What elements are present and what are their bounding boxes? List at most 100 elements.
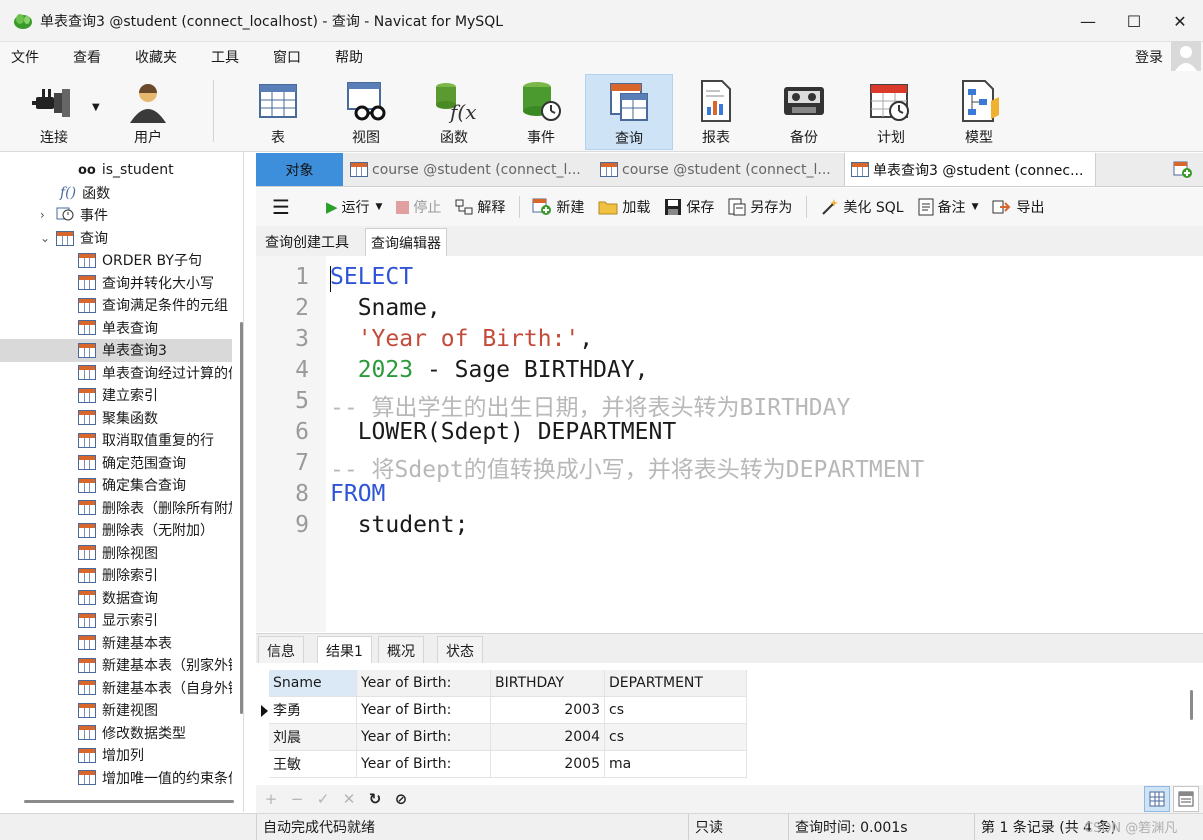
schedule-button[interactable]: 计划 — [847, 74, 935, 150]
code-line[interactable]: 'Year of Birth:', — [330, 326, 593, 352]
sidebar-vertical-scrollbar[interactable] — [240, 322, 243, 714]
maximize-button[interactable]: ☐ — [1111, 0, 1157, 42]
stop-icon[interactable]: ⊘ — [388, 790, 414, 808]
tab-course-1[interactable]: course @student (connect_l... — [344, 153, 592, 186]
menu-favorites[interactable]: 收藏夹 — [124, 47, 189, 67]
run-dropdown-icon[interactable]: ▼ — [375, 202, 382, 212]
table-cell[interactable]: Year of Birth: — [357, 724, 491, 751]
sidebar-query-item[interactable]: 新建视图 — [0, 699, 232, 722]
table-cell[interactable]: 2003 — [491, 697, 605, 724]
load-button[interactable]: 加载 — [598, 197, 650, 217]
discard-changes-icon[interactable]: ✕ — [336, 790, 362, 808]
sidebar-item-events[interactable]: › 事件 — [0, 204, 232, 227]
column-header-year-of-birth[interactable]: Year of Birth: — [357, 670, 491, 697]
code-line[interactable]: -- 将Sdept的值转换成小写，并将表头转为DEPARTMENT — [330, 450, 924, 484]
sidebar-query-item[interactable]: 单表查询 — [0, 317, 232, 340]
apply-changes-icon[interactable]: ✓ — [310, 790, 336, 808]
export-button[interactable]: 导出 — [992, 197, 1044, 217]
grid-view-icon[interactable] — [1144, 786, 1170, 812]
table-cell[interactable]: 王敏 — [269, 751, 357, 778]
sidebar-query-item[interactable]: 增加列 — [0, 744, 232, 767]
sidebar-query-item[interactable]: 新建基本表（别家外键） — [0, 654, 232, 677]
login-link[interactable]: 登录 — [1135, 47, 1163, 67]
sidebar-query-item[interactable]: 数据查询 — [0, 587, 232, 610]
form-view-icon[interactable] — [1173, 786, 1199, 812]
code-line[interactable]: 2023 - Sage BIRTHDAY, — [330, 357, 649, 383]
sidebar-query-item[interactable]: 删除表（删除所有附加） — [0, 497, 232, 520]
sidebar-query-item[interactable]: 显示索引 — [0, 609, 232, 632]
new-query-button[interactable]: 新建 — [532, 197, 584, 217]
sidebar-query-item[interactable]: 取消取值重复的行 — [0, 429, 232, 452]
sidebar-query-item[interactable]: 建立索引 — [0, 384, 232, 407]
comment-button[interactable]: 备注 ▼ — [918, 197, 979, 217]
table-cell[interactable]: 刘晨 — [269, 724, 357, 751]
sidebar-item-functions[interactable]: f() 函数 — [0, 182, 232, 205]
sidebar-query-item[interactable]: 新建基本表 — [0, 632, 232, 655]
new-tab-icon[interactable] — [1173, 161, 1193, 183]
event-button[interactable]: 事件 — [497, 74, 585, 150]
sidebar-query-item[interactable]: 查询满足条件的元组 — [0, 294, 232, 317]
column-header-department[interactable]: DEPARTMENT — [605, 670, 747, 697]
add-record-icon[interactable]: + — [258, 790, 284, 808]
tab-info[interactable]: 信息 — [258, 636, 304, 664]
stop-button[interactable]: 停止 — [396, 197, 441, 217]
sidebar-query-item[interactable]: 修改数据类型 — [0, 722, 232, 745]
sidebar-query-item[interactable]: 确定范围查询 — [0, 452, 232, 475]
grid-vertical-scrollbar[interactable] — [1190, 690, 1193, 720]
menu-tools[interactable]: 工具 — [200, 47, 251, 67]
sidebar-query-item[interactable]: 确定集合查询 — [0, 474, 232, 497]
menu-view[interactable]: 查看 — [62, 47, 113, 67]
table-cell[interactable]: cs — [605, 697, 747, 724]
connect-dropdown-icon[interactable]: ▼ — [92, 102, 100, 113]
menu-file[interactable]: 文件 — [0, 47, 51, 67]
code-line[interactable]: LOWER(Sdept) DEPARTMENT — [330, 419, 677, 445]
sidebar-item-is-student[interactable]: oo is_student — [0, 159, 232, 182]
beautify-sql-button[interactable]: 美化 SQL — [819, 197, 904, 217]
tab-query-builder[interactable]: 查询创建工具 — [260, 228, 354, 256]
sidebar-query-item[interactable]: ORDER BY子句 — [0, 249, 232, 272]
sidebar-item-queries[interactable]: ⌄ 查询 — [0, 227, 232, 250]
table-cell[interactable]: Year of Birth: — [357, 751, 491, 778]
delete-record-icon[interactable]: − — [284, 790, 310, 808]
backup-button[interactable]: 备份 — [760, 74, 848, 150]
code-line[interactable]: Sname, — [330, 295, 441, 321]
sidebar-query-item[interactable]: 增加唯一值的约束条件 — [0, 767, 232, 790]
column-header-sname[interactable]: Sname — [269, 670, 357, 697]
explain-button[interactable]: 解释 — [455, 197, 505, 217]
table-cell[interactable]: 2004 — [491, 724, 605, 751]
code-line[interactable]: -- 算出学生的出生日期，并将表头转为BIRTHDAY — [330, 388, 850, 422]
table-cell[interactable]: Year of Birth: — [357, 697, 491, 724]
tab-status[interactable]: 状态 — [437, 636, 483, 664]
table-button[interactable]: 表 — [234, 74, 322, 150]
save-as-button[interactable]: 另存为 — [728, 197, 792, 217]
save-button[interactable]: 保存 — [664, 197, 714, 217]
refresh-icon[interactable]: ↻ — [362, 790, 388, 808]
chevron-right-icon[interactable]: › — [40, 208, 54, 222]
function-button[interactable]: f(x) 函数 — [410, 74, 498, 150]
column-header-birthday[interactable]: BIRTHDAY — [491, 670, 605, 697]
tab-objects[interactable]: 对象 — [256, 153, 343, 186]
menu-window[interactable]: 窗口 — [262, 47, 313, 67]
hamburger-menu-icon[interactable]: ☰ — [272, 195, 290, 219]
user-button[interactable]: 用户 — [104, 74, 192, 150]
tab-query-3[interactable]: 单表查询3 @student (connec... — [844, 153, 1096, 186]
minimize-button[interactable]: — — [1065, 0, 1111, 42]
view-button[interactable]: 视图 — [322, 74, 410, 150]
sidebar-query-item[interactable]: 新建基本表（自身外键） — [0, 677, 232, 700]
table-cell[interactable]: ma — [605, 751, 747, 778]
sidebar-query-item[interactable]: 删除索引 — [0, 564, 232, 587]
close-button[interactable]: ✕ — [1157, 0, 1203, 42]
sidebar-horizontal-scrollbar[interactable] — [24, 800, 234, 803]
sidebar-query-item[interactable]: 单表查询3 — [0, 339, 232, 362]
sidebar-query-item[interactable]: 查询并转化大小写 — [0, 272, 232, 295]
sidebar-query-item[interactable]: 删除视图 — [0, 542, 232, 565]
sql-editor[interactable]: 1 SELECT 2 Sname, 3 'Year of Birth:', 4 2023… — [256, 256, 1203, 632]
menu-help[interactable]: 帮助 — [324, 47, 375, 67]
tab-result1[interactable]: 结果1 — [317, 636, 372, 664]
table-cell[interactable]: cs — [605, 724, 747, 751]
comment-dropdown-icon[interactable]: ▼ — [972, 202, 979, 212]
query-button[interactable]: 查询 — [585, 74, 673, 150]
model-button[interactable]: 模型 — [935, 74, 1023, 150]
connect-button[interactable]: 连接 — [10, 74, 98, 150]
sidebar-query-item[interactable]: 单表查询经过计算的值 — [0, 362, 232, 385]
